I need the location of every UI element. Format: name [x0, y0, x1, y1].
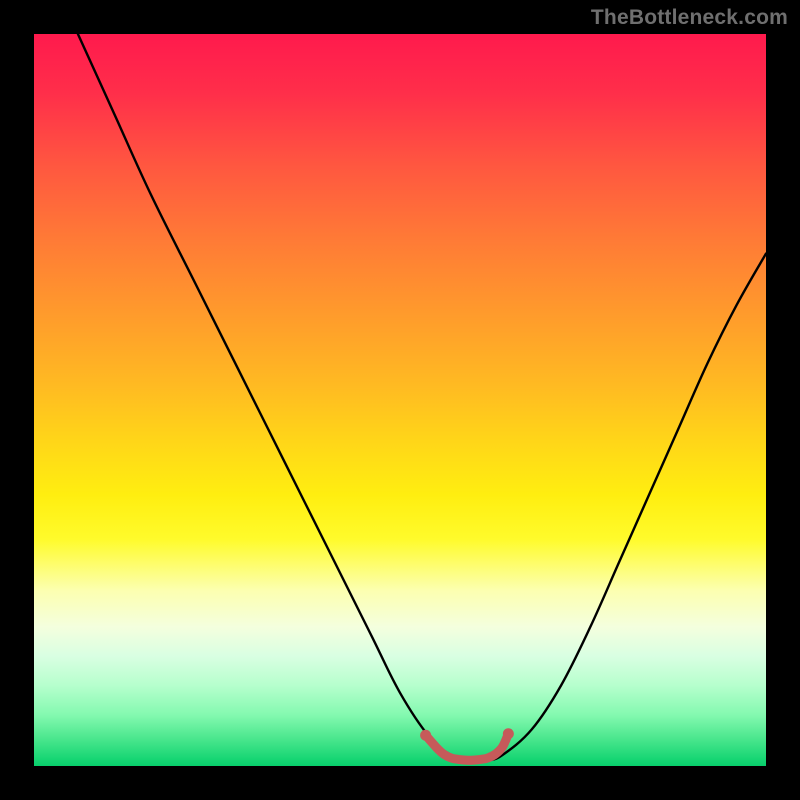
watermark-text: TheBottleneck.com	[591, 6, 788, 30]
plot-area	[34, 34, 766, 766]
optimal-zone-start-dot	[420, 730, 431, 741]
chart-frame: TheBottleneck.com	[0, 0, 800, 800]
optimal-zone-end-dot	[503, 728, 514, 739]
bottleneck-curve-path	[78, 34, 766, 761]
optimal-zone-path	[426, 734, 509, 760]
chart-svg	[34, 34, 766, 766]
